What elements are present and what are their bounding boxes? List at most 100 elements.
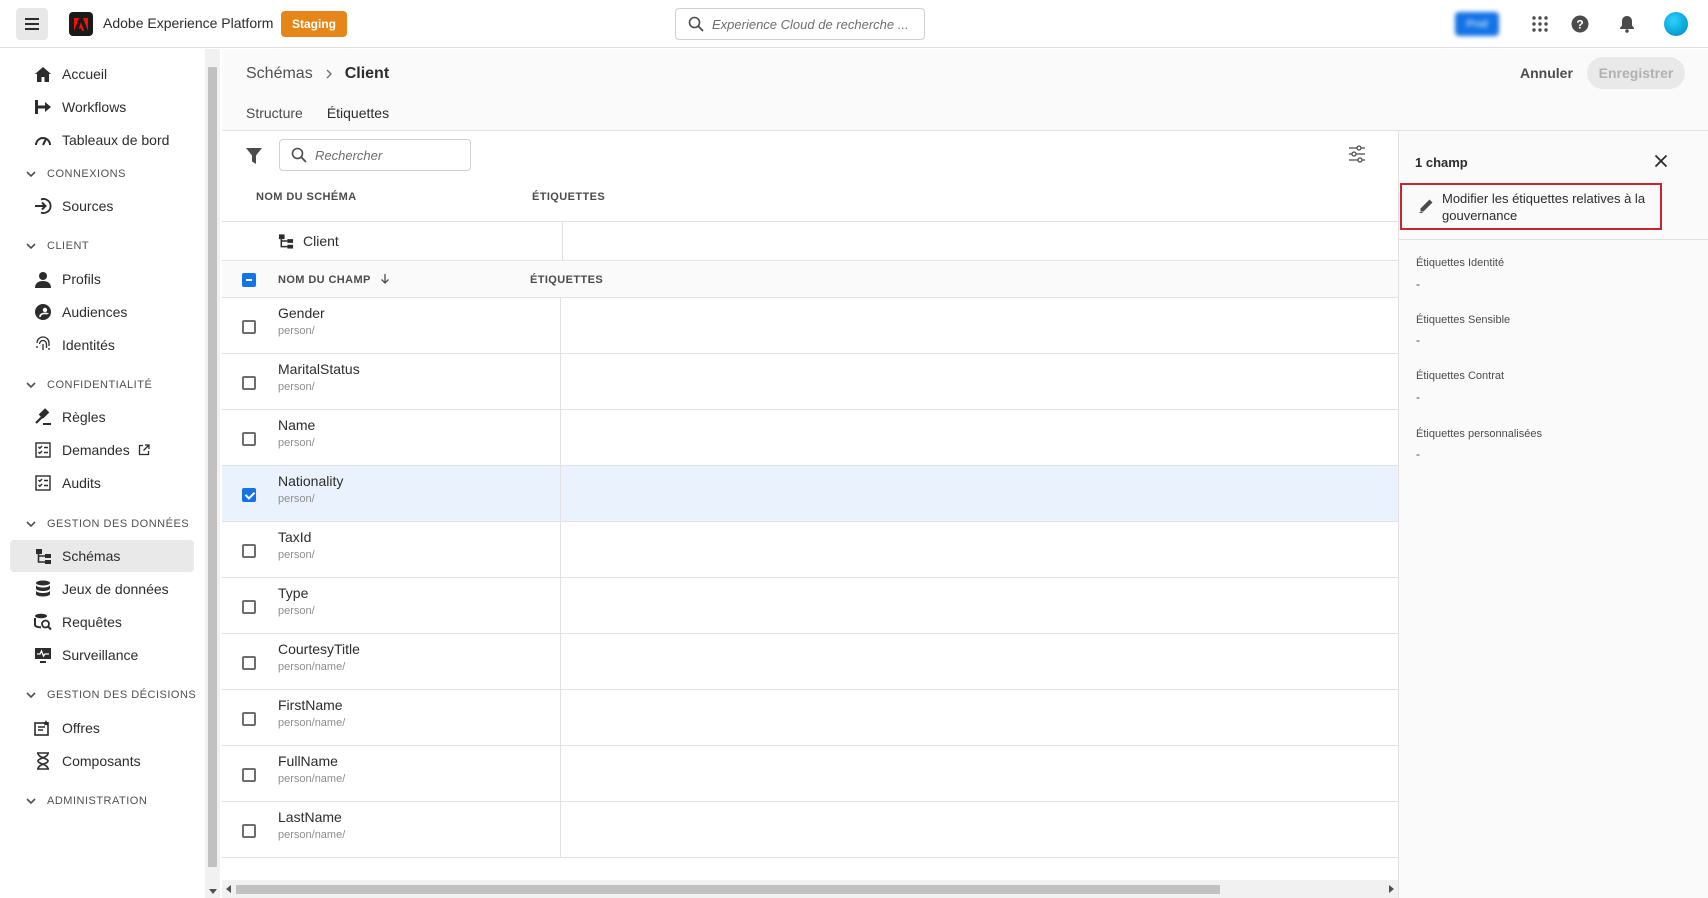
nav-item-accueil[interactable]: Accueil (10, 58, 194, 90)
panel-title: 1 champ (1415, 155, 1468, 170)
column-divider (560, 746, 561, 802)
table-search-input[interactable] (315, 147, 465, 163)
breadcrumb-schemas[interactable]: Schémas (246, 65, 313, 83)
contract-labels-value: - (1416, 390, 1420, 404)
nav-label: Composants (62, 753, 141, 769)
environment-badge[interactable]: Staging (281, 11, 347, 37)
nav-label: Identités (62, 337, 115, 353)
nav-item-tableaux-de-bord[interactable]: Tableaux de bord (10, 124, 194, 156)
labels-table-area: NOM DU SCHÉMA ÉTIQUETTES Client NOM DU C… (222, 131, 1398, 898)
sensitive-labels-title: Étiquettes Sensible (1416, 314, 1511, 326)
field-path: person/ (278, 493, 315, 505)
nav-label: Audits (62, 475, 101, 491)
custom-labels-value: - (1416, 447, 1420, 461)
row-checkbox[interactable] (242, 768, 256, 782)
row-checkbox[interactable] (242, 712, 256, 726)
help-icon[interactable]: ? (1570, 14, 1590, 34)
nav-item-composants[interactable]: Composants (10, 745, 194, 777)
nav-item-audiences[interactable]: Audiences (10, 296, 194, 328)
row-checkbox[interactable] (242, 824, 256, 838)
table-row[interactable]: FirstName person/name/ (222, 690, 1398, 746)
nav-item-workflows[interactable]: Workflows (10, 91, 194, 123)
filter-icon[interactable] (245, 147, 263, 165)
chevron-down-icon (26, 382, 36, 389)
user-avatar[interactable] (1664, 12, 1688, 36)
field-path: person/ (278, 381, 315, 393)
row-checkbox[interactable] (242, 432, 256, 446)
column-divider (560, 354, 561, 410)
nav-item-profils[interactable]: Profils (10, 263, 194, 295)
field-path: person/ (278, 605, 315, 617)
field-path: person/name/ (278, 773, 346, 785)
adobe-logo[interactable] (69, 12, 93, 36)
nav-label: Profils (62, 271, 101, 287)
custom-labels-title: Étiquettes personnalisées (1416, 428, 1542, 440)
nav-item-identites[interactable]: Identités (10, 329, 194, 361)
schema-row[interactable]: Client (222, 221, 1398, 261)
nav-item-demandes[interactable]: Demandes (10, 434, 194, 466)
chevron-down-icon (26, 243, 36, 250)
close-icon[interactable] (1654, 154, 1668, 168)
scroll-down-arrow[interactable] (209, 889, 217, 894)
fingerprint-icon (34, 336, 52, 354)
nav-section-confidentialite[interactable]: CONFIDENTIALITÉ (26, 379, 152, 391)
nav-label: Requêtes (62, 614, 122, 630)
nav-item-audits[interactable]: Audits (10, 467, 194, 499)
notifications-bell-icon[interactable] (1617, 14, 1637, 34)
sort-down-icon (381, 274, 390, 284)
horizontal-scrollbar[interactable] (222, 880, 1398, 898)
sidebar-scrollbar[interactable] (205, 49, 220, 898)
nav-label: Sources (62, 198, 114, 214)
scrollbar-thumb[interactable] (236, 885, 1220, 894)
cancel-button[interactable]: Annuler (1506, 57, 1587, 89)
table-row[interactable]: LastName person/name/ (222, 802, 1398, 858)
menu-icon[interactable] (16, 8, 48, 40)
nav-section-client[interactable]: CLIENT (26, 240, 89, 252)
app-title[interactable]: Adobe Experience Platform (103, 15, 273, 31)
nav-section-connexions[interactable]: CONNEXIONS (26, 168, 126, 180)
apps-grid-icon[interactable] (1530, 14, 1550, 34)
row-checkbox[interactable] (242, 544, 256, 558)
edit-governance-labels-button[interactable]: Modifier les étiquettes relatives à la g… (1400, 183, 1662, 230)
nav-section-gestion-des-donnees[interactable]: GESTION DES DONNÉES (26, 518, 189, 530)
column-settings-icon[interactable] (1348, 145, 1366, 163)
field-path: person/name/ (278, 717, 346, 729)
pencil-icon (1419, 199, 1433, 213)
save-button[interactable]: Enregistrer (1587, 57, 1685, 89)
scroll-left-arrow[interactable] (226, 885, 231, 893)
select-all-checkbox[interactable] (242, 273, 256, 287)
row-checkbox-checked[interactable] (242, 488, 256, 502)
org-switcher[interactable]: Prod (1455, 12, 1499, 36)
global-search-input[interactable] (712, 16, 912, 32)
nav-section-administration[interactable]: ADMINISTRATION (26, 795, 147, 807)
table-row[interactable]: FullName person/name/ (222, 746, 1398, 802)
nav-item-schemas[interactable]: Schémas (10, 540, 194, 572)
table-row[interactable]: Name person/ (222, 410, 1398, 466)
external-link-icon (138, 444, 150, 456)
table-row[interactable]: Gender person/ (222, 298, 1398, 354)
nav-item-jeux-de-donnees[interactable]: Jeux de données (10, 573, 194, 605)
field-name-header[interactable]: NOM DU CHAMP (278, 274, 390, 286)
row-checkbox[interactable] (242, 376, 256, 390)
row-checkbox[interactable] (242, 320, 256, 334)
nav-item-sources[interactable]: Sources (10, 190, 194, 222)
global-search[interactable] (675, 8, 925, 40)
scrollbar-thumb[interactable] (208, 67, 217, 867)
table-search[interactable] (279, 139, 471, 171)
row-checkbox[interactable] (242, 656, 256, 670)
table-row[interactable]: MaritalStatus person/ (222, 354, 1398, 410)
nav-item-surveillance[interactable]: Surveillance (10, 639, 194, 671)
row-checkbox[interactable] (242, 600, 256, 614)
scroll-right-arrow[interactable] (1389, 885, 1394, 893)
table-row[interactable]: CourtesyTitle person/name/ (222, 634, 1398, 690)
checklist-icon (34, 441, 52, 459)
table-row[interactable]: Type person/ (222, 578, 1398, 634)
nav-label: Surveillance (62, 647, 139, 663)
nav-item-requetes[interactable]: Requêtes (10, 606, 194, 638)
nav-section-gestion-des-decisions[interactable]: GESTION DES DÉCISIONS (26, 689, 196, 701)
nav-item-regles[interactable]: Règles (10, 401, 194, 433)
nav-item-offres[interactable]: Offres (10, 712, 194, 744)
chevron-down-icon (26, 521, 36, 528)
table-row-selected[interactable]: Nationality person/ (222, 466, 1398, 522)
table-row[interactable]: TaxId person/ (222, 522, 1398, 578)
